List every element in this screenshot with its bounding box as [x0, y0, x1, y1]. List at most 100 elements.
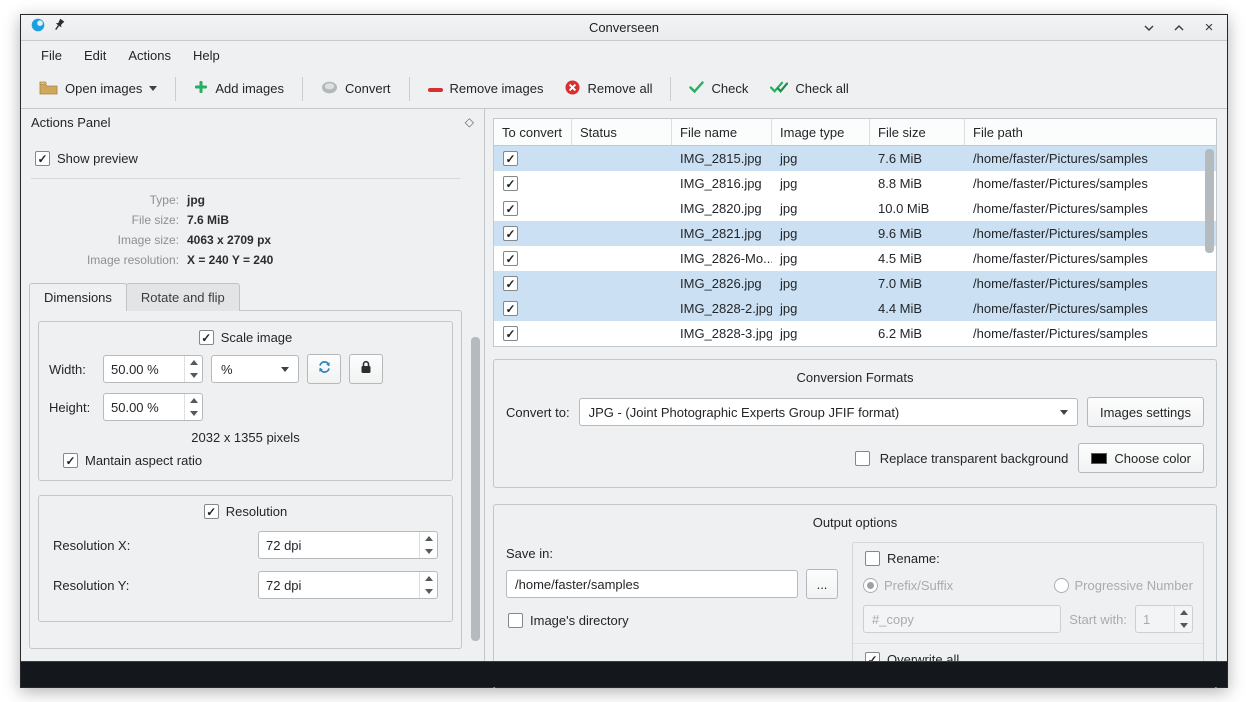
remove-all-button[interactable]: Remove all: [555, 73, 662, 105]
to-convert-checkbox[interactable]: [503, 251, 518, 266]
image-type-cell: jpg: [772, 301, 870, 316]
maximize-button[interactable]: [1171, 20, 1187, 36]
res-y-spin-up[interactable]: [420, 572, 437, 585]
res-x-spin-up[interactable]: [420, 532, 437, 545]
panel-scrollbar-thumb[interactable]: [471, 337, 480, 641]
replace-bg-checkbox[interactable]: [855, 451, 870, 466]
table-row[interactable]: IMG_2828-2.jpg jpg 4.4 MiB /home/faster/…: [494, 296, 1216, 321]
convert-button[interactable]: Convert: [311, 74, 401, 104]
height-spinbox[interactable]: 50.00 %: [103, 393, 203, 421]
to-convert-checkbox[interactable]: [503, 226, 518, 241]
maintain-aspect-checkbox[interactable]: [63, 453, 78, 468]
table-row[interactable]: IMG_2826-Mo... jpg 4.5 MiB /home/faster/…: [494, 246, 1216, 271]
convert-to-label: Convert to:: [506, 405, 570, 420]
refresh-icon: [317, 360, 332, 379]
float-panel-icon[interactable]: ◇: [465, 115, 474, 129]
start-with-spinbox[interactable]: 1: [1135, 605, 1193, 633]
to-convert-checkbox[interactable]: [503, 151, 518, 166]
column-status[interactable]: Status: [572, 119, 672, 145]
table-row[interactable]: IMG_2815.jpg jpg 7.6 MiB /home/faster/Pi…: [494, 146, 1216, 171]
save-path-input[interactable]: [506, 570, 798, 598]
column-file-name[interactable]: File name: [672, 119, 772, 145]
width-spin-up[interactable]: [185, 356, 202, 369]
converseen-window: Converseen × File Edit Actions Help: [20, 14, 1228, 688]
toolbar-separator: [670, 77, 671, 101]
right-pane: To convert Status File name Image type F…: [485, 109, 1227, 661]
file-table-header: To convert Status File name Image type F…: [494, 119, 1216, 146]
res-x-spin-down[interactable]: [420, 545, 437, 558]
browse-button[interactable]: ...: [806, 569, 838, 599]
prefix-suffix-option[interactable]: Prefix/Suffix: [863, 578, 953, 593]
table-row[interactable]: IMG_2821.jpg jpg 9.6 MiB /home/faster/Pi…: [494, 221, 1216, 246]
res-y-spin-down[interactable]: [420, 585, 437, 598]
column-image-type[interactable]: Image type: [772, 119, 870, 145]
column-file-path[interactable]: File path: [965, 119, 1216, 145]
check-button[interactable]: Check: [679, 74, 758, 103]
lock-aspect-button[interactable]: [349, 354, 383, 384]
progressive-number-radio[interactable]: [1054, 578, 1069, 593]
file-name-cell: IMG_2820.jpg: [672, 201, 772, 216]
rename-pattern-input[interactable]: [863, 605, 1061, 633]
width-spin-down[interactable]: [185, 369, 202, 382]
close-button[interactable]: ×: [1201, 20, 1217, 36]
table-scrollbar-thumb[interactable]: [1205, 149, 1214, 253]
resolution-y-spinbox[interactable]: 72 dpi: [258, 571, 438, 599]
images-directory-checkbox[interactable]: [508, 613, 523, 628]
to-convert-checkbox[interactable]: [503, 201, 518, 216]
table-row[interactable]: IMG_2826.jpg jpg 7.0 MiB /home/faster/Pi…: [494, 271, 1216, 296]
table-row[interactable]: IMG_2820.jpg jpg 10.0 MiB /home/faster/P…: [494, 196, 1216, 221]
file-size-label: File size:: [29, 213, 179, 227]
remove-images-button[interactable]: Remove images: [418, 74, 554, 103]
show-preview-checkbox[interactable]: [35, 151, 50, 166]
titlebar[interactable]: Converseen ×: [21, 15, 1227, 41]
width-spinbox[interactable]: 50.00 %: [103, 355, 203, 383]
to-convert-checkbox[interactable]: [503, 301, 518, 316]
rename-checkbox[interactable]: [865, 551, 880, 566]
images-settings-button[interactable]: Images settings: [1087, 397, 1204, 427]
table-row[interactable]: IMG_2828-3.jpg jpg 6.2 MiB /home/faster/…: [494, 321, 1216, 346]
menu-actions[interactable]: Actions: [118, 44, 181, 67]
to-convert-checkbox[interactable]: [503, 326, 518, 341]
prefix-suffix-radio[interactable]: [863, 578, 878, 593]
resolution-checkbox[interactable]: [204, 504, 219, 519]
panel-scrollbar[interactable]: [471, 145, 480, 651]
add-images-button[interactable]: Add images: [184, 73, 294, 104]
menubar: File Edit Actions Help: [21, 41, 1227, 69]
table-scrollbar[interactable]: [1205, 149, 1214, 342]
height-spin-up[interactable]: [185, 394, 202, 407]
column-file-size[interactable]: File size: [870, 119, 965, 145]
to-convert-checkbox[interactable]: [503, 176, 518, 191]
minimize-button[interactable]: [1141, 20, 1157, 36]
refresh-button[interactable]: [307, 354, 341, 384]
show-preview-row: Show preview: [35, 151, 462, 166]
resolution-y-value: 72 dpi: [259, 572, 419, 598]
format-combobox[interactable]: JPG - (Joint Photographic Experts Group …: [579, 398, 1078, 426]
start-spin-down[interactable]: [1175, 619, 1192, 632]
color-swatch: [1091, 453, 1107, 464]
prefix-suffix-label: Prefix/Suffix: [884, 578, 953, 593]
check-icon: [689, 81, 704, 96]
open-images-button[interactable]: Open images: [29, 73, 167, 105]
file-name-cell: IMG_2826-Mo...: [672, 251, 772, 266]
pin-icon[interactable]: [53, 18, 66, 37]
to-convert-checkbox[interactable]: [503, 276, 518, 291]
height-spin-down[interactable]: [185, 407, 202, 420]
width-value: 50.00 %: [104, 356, 184, 382]
resolution-x-spinbox[interactable]: 72 dpi: [258, 531, 438, 559]
choose-color-button[interactable]: Choose color: [1078, 443, 1204, 473]
tab-dimensions[interactable]: Dimensions: [29, 283, 127, 311]
unit-combobox[interactable]: %: [211, 355, 299, 383]
menu-help[interactable]: Help: [183, 44, 230, 67]
start-spin-up[interactable]: [1175, 606, 1192, 619]
menu-edit[interactable]: Edit: [74, 44, 116, 67]
table-row[interactable]: IMG_2816.jpg jpg 8.8 MiB /home/faster/Pi…: [494, 171, 1216, 196]
rename-row: Rename:: [865, 551, 1193, 566]
image-type-cell: jpg: [772, 201, 870, 216]
scale-image-checkbox[interactable]: [199, 330, 214, 345]
menu-file[interactable]: File: [31, 44, 72, 67]
progressive-number-option[interactable]: Progressive Number: [1054, 578, 1194, 593]
check-all-button[interactable]: Check all: [760, 74, 858, 103]
status-bar: [21, 661, 1227, 687]
column-to-convert[interactable]: To convert: [494, 119, 572, 145]
tab-rotate-and-flip[interactable]: Rotate and flip: [126, 283, 240, 311]
